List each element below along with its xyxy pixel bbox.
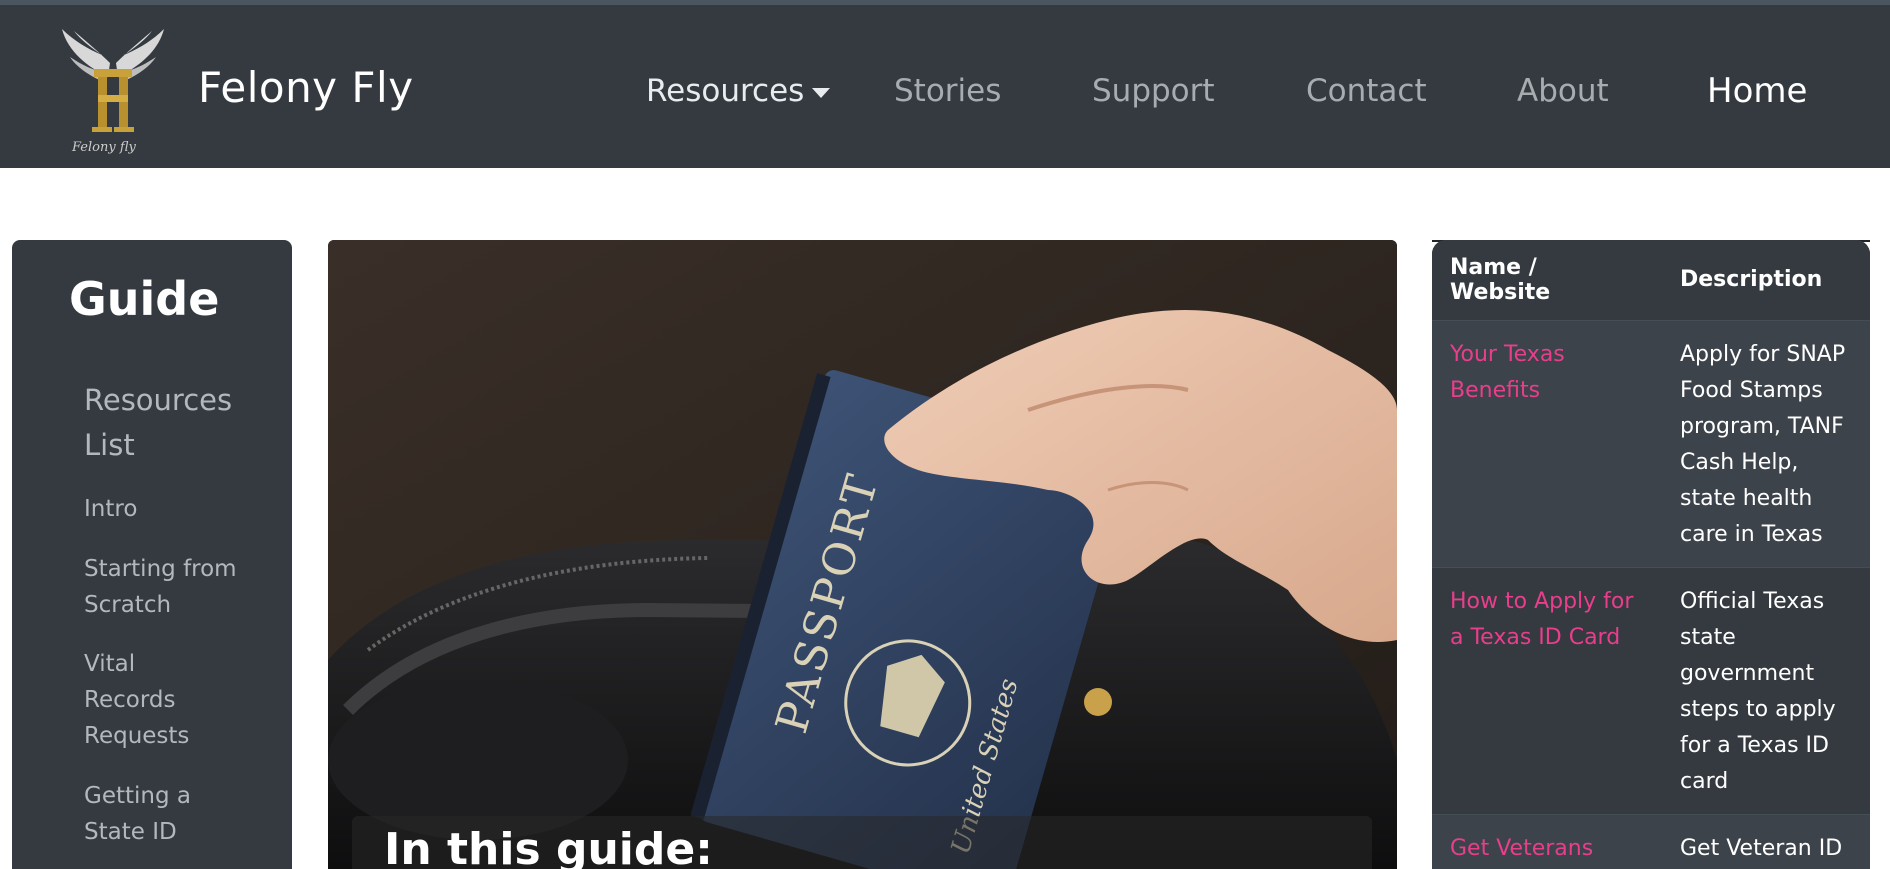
table-cell-description: Official Texas state government steps to… — [1662, 566, 1870, 814]
sidebar-title: Guide — [69, 272, 220, 326]
chevron-down-icon — [812, 87, 831, 98]
table-cell-name: Your Texas Benefits — [1432, 319, 1662, 567]
table-cell-name: How to Apply for a Texas ID Card — [1432, 566, 1662, 814]
nav-contact[interactable]: Contact — [1306, 73, 1427, 109]
sidebar-link-starting-from-scratch[interactable]: Starting from Scratch — [84, 551, 244, 623]
passport-photo-illustration: PASSPORT United States — [328, 240, 1397, 869]
sidebar-link-intro[interactable]: Intro — [84, 491, 244, 527]
svg-text:Felony fly: Felony fly — [71, 140, 137, 155]
sidebar-link-vital-records[interactable]: Vital Records Requests — [84, 646, 194, 754]
top-navbar: Felony fly Felony Fly Resources Stories … — [0, 0, 1890, 168]
resource-link[interactable]: How to Apply for a Texas ID Card — [1450, 589, 1633, 650]
column-header-name: Name / Website — [1432, 240, 1662, 320]
nav-home[interactable]: Home — [1707, 71, 1807, 111]
nav-resources-dropdown[interactable]: Resources — [646, 73, 831, 109]
hero-image: PASSPORT United States In this guide: — [328, 240, 1397, 869]
winged-ff-logo-icon: Felony fly — [62, 29, 164, 155]
table-row: Your Texas Benefits Apply for SNAP Food … — [1432, 319, 1870, 567]
resource-link[interactable]: Get Veterans — [1450, 836, 1593, 861]
brand-title[interactable]: Felony Fly — [198, 63, 414, 112]
resources-table-container: Name / Website Description Your Texas Be… — [1432, 240, 1870, 869]
nav-support[interactable]: Support — [1092, 73, 1215, 109]
sidebar-link-resources-list[interactable]: Resources List — [84, 378, 244, 468]
table-cell-description: Get Veteran ID — [1662, 813, 1870, 869]
resource-link[interactable]: Your Texas Benefits — [1450, 342, 1565, 403]
hero-caption-text: In this guide: — [384, 824, 713, 869]
table-cell-description: Apply for SNAP Food Stamps program, TANF… — [1662, 319, 1870, 567]
hero-caption-box: In this guide: — [352, 816, 1372, 869]
resources-table: Name / Website Description Your Texas Be… — [1432, 240, 1870, 869]
table-header-row: Name / Website Description — [1432, 240, 1870, 320]
guide-sidebar: Guide Resources List Intro Starting from… — [12, 240, 292, 869]
nav-resources-label: Resources — [646, 73, 805, 109]
nav-about[interactable]: About — [1517, 73, 1609, 109]
table-row: Get Veterans Get Veteran ID — [1432, 813, 1870, 869]
column-header-description: Description — [1662, 240, 1870, 320]
table-cell-name: Get Veterans — [1432, 813, 1662, 869]
sidebar-link-state-id[interactable]: Getting a State ID — [84, 778, 194, 850]
felony-fly-logo[interactable]: Felony fly — [58, 27, 168, 157]
nav-stories[interactable]: Stories — [894, 73, 1001, 109]
table-row: How to Apply for a Texas ID Card Officia… — [1432, 566, 1870, 814]
